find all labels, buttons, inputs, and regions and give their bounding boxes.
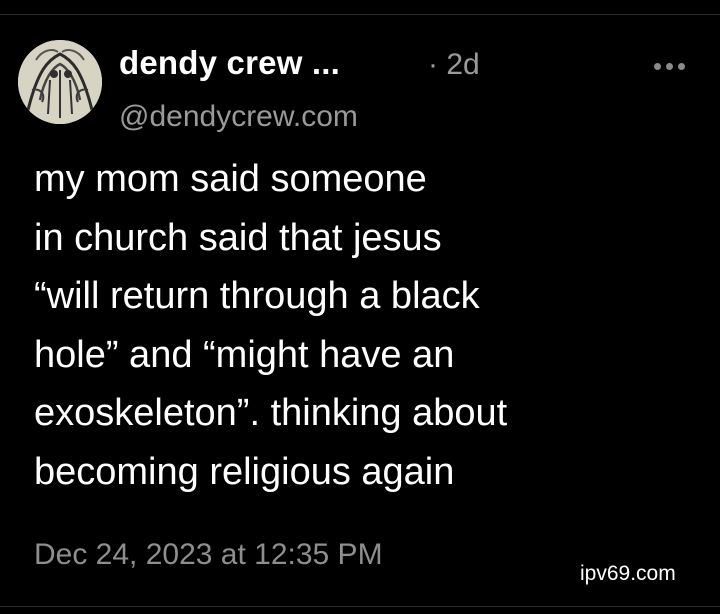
author-handle[interactable]: @dendycrew.com bbox=[119, 100, 358, 134]
top-divider bbox=[0, 14, 720, 15]
avatar-image bbox=[18, 40, 102, 124]
watermark: ipv69.com bbox=[580, 562, 676, 585]
bottom-divider bbox=[0, 606, 720, 607]
post-body-line: hole” and “might have an bbox=[34, 333, 455, 376]
more-dot bbox=[678, 62, 685, 70]
more-options-icon[interactable] bbox=[654, 58, 690, 74]
more-dot bbox=[654, 62, 661, 70]
post-body-line: “will return through a black bbox=[34, 275, 480, 317]
post-body-line: becoming religious again bbox=[34, 450, 455, 493]
author-name[interactable]: dendy crew ... bbox=[119, 44, 340, 82]
more-dot bbox=[666, 62, 673, 70]
time-ago[interactable]: · 2d bbox=[428, 48, 480, 82]
post-timestamp[interactable]: Dec 24, 2023 at 12:35 PM bbox=[34, 538, 383, 572]
post-body: my mom said someone in church said that … bbox=[34, 150, 694, 501]
avatar[interactable] bbox=[18, 40, 102, 124]
post-body-line: in church said that jesus bbox=[34, 216, 442, 259]
post-body-line: exoskeleton”. thinking about bbox=[34, 392, 508, 434]
post-body-line: my mom said someone bbox=[34, 158, 427, 200]
